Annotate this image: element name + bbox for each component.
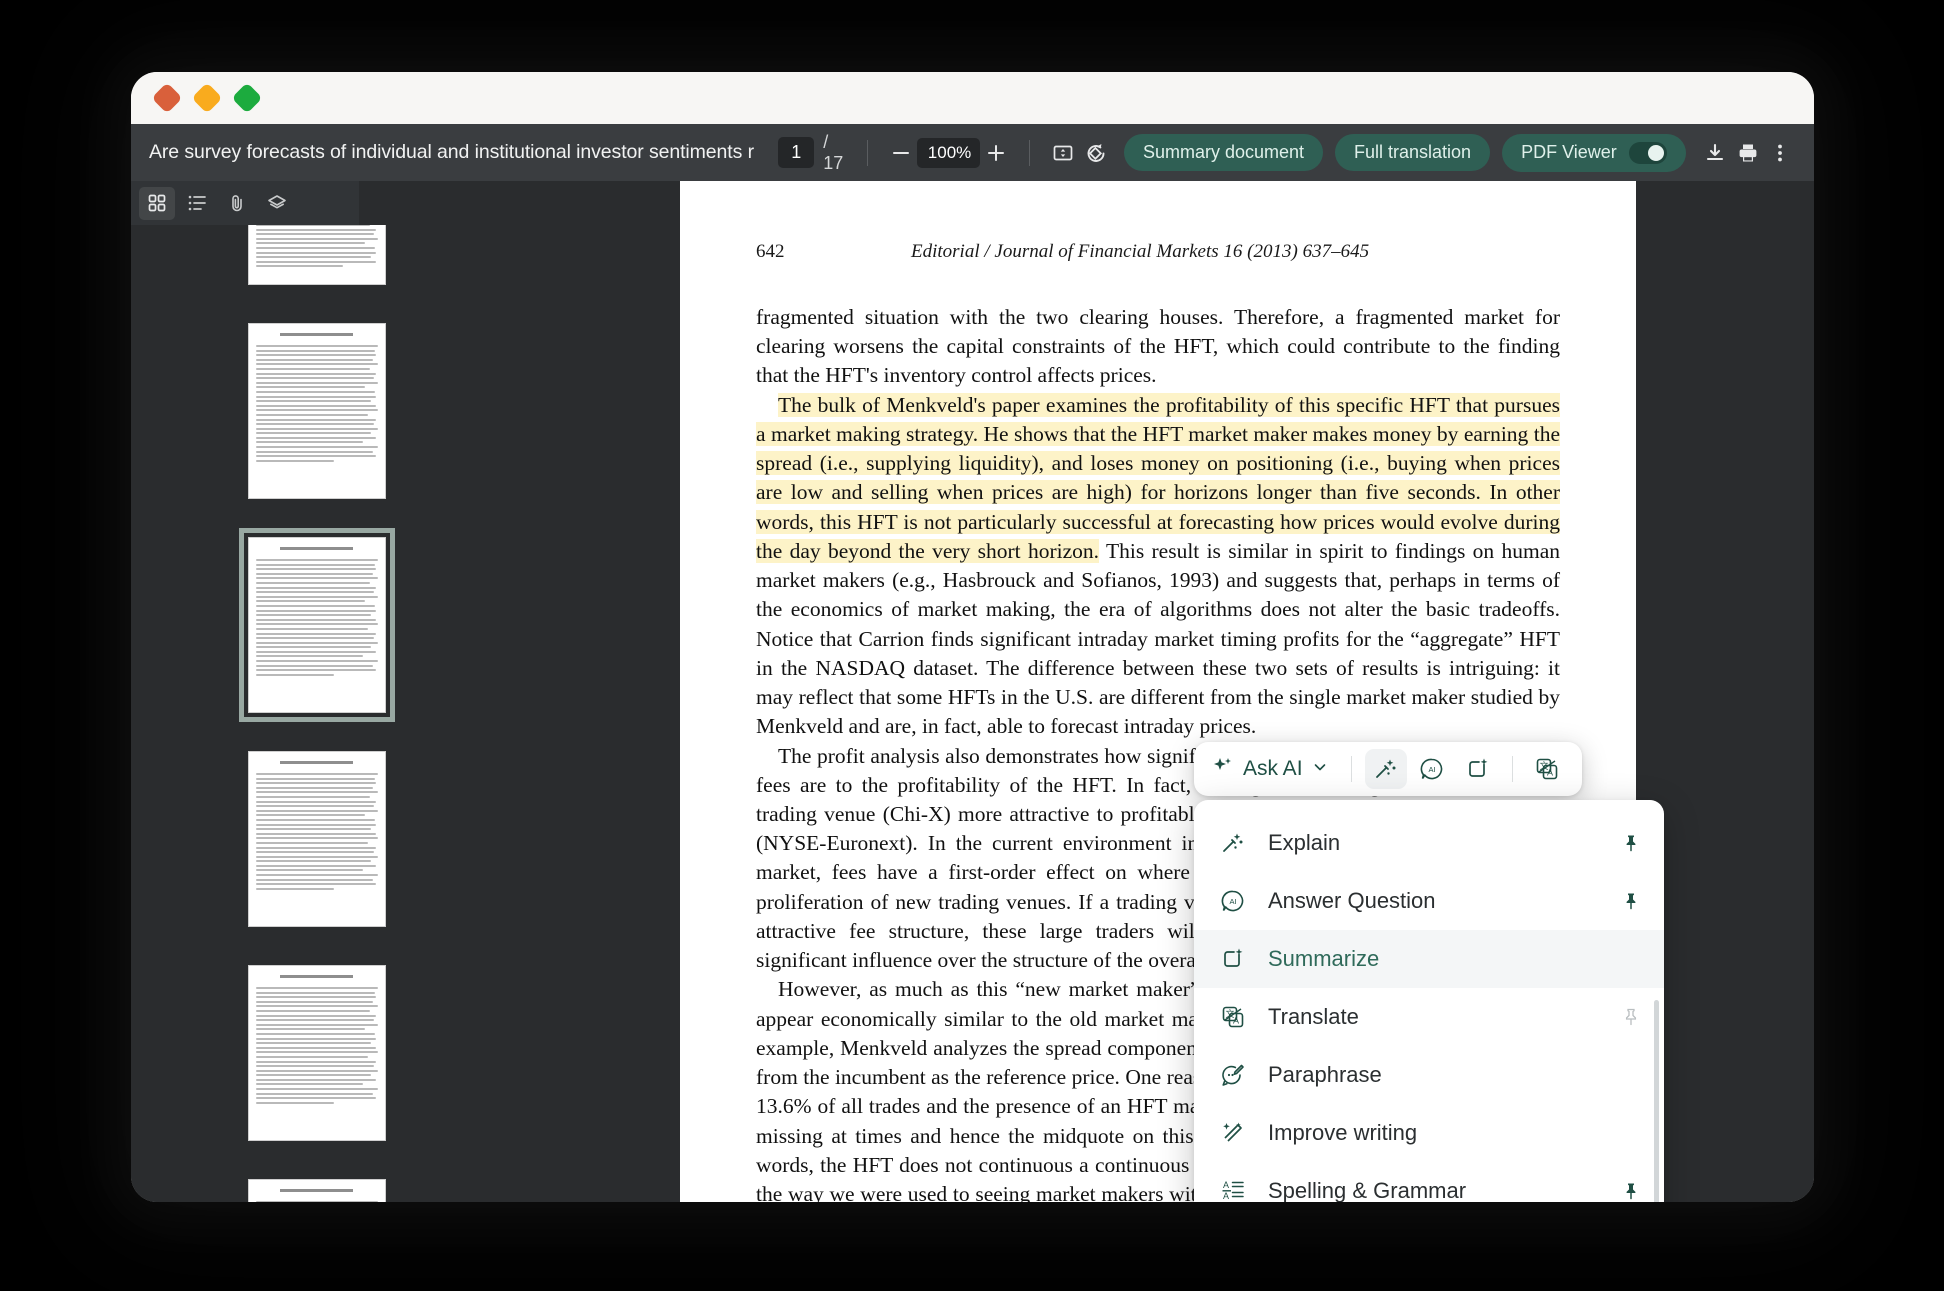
paraphrase-icon — [1218, 1062, 1248, 1088]
svg-text:A: A — [1547, 768, 1553, 778]
page-number-input[interactable] — [778, 137, 814, 168]
print-icon[interactable] — [1731, 136, 1763, 170]
menu-item-paraphrase[interactable]: Paraphrase — [1194, 1046, 1664, 1104]
pdf-viewer-switch[interactable] — [1629, 142, 1667, 164]
thumbnails-icon[interactable] — [139, 187, 175, 220]
pin-icon-outline[interactable] — [1620, 1007, 1642, 1027]
translate-icon[interactable]: 文A — [1526, 749, 1568, 789]
menu-item-translate[interactable]: 文A Translate — [1194, 988, 1664, 1046]
screen: Are survey forecasts of individual and i… — [0, 0, 1944, 1291]
improve-writing-icon — [1218, 1120, 1248, 1146]
full-translation-button[interactable]: Full translation — [1335, 134, 1490, 171]
ai-bar-divider-2 — [1512, 756, 1513, 782]
sidebar-toolbar — [131, 181, 359, 225]
zoom-out-button[interactable] — [884, 136, 916, 170]
chevron-down-icon — [1312, 757, 1328, 781]
close-window-button[interactable] — [151, 82, 182, 113]
menu-item-label: Explain — [1268, 830, 1600, 856]
svg-text:A: A — [1223, 1191, 1229, 1201]
maximize-window-button[interactable] — [231, 82, 262, 113]
list-item[interactable] — [248, 751, 386, 927]
menu-item-label: Answer Question — [1268, 888, 1600, 914]
menu-item-label: Summarize — [1268, 946, 1600, 972]
spelling-grammar-icon: AA — [1218, 1178, 1248, 1202]
pdf-viewer-label: PDF Viewer — [1521, 142, 1617, 163]
explain-icon[interactable] — [1365, 749, 1407, 789]
menu-item-label: Paraphrase — [1268, 1062, 1600, 1088]
rotate-left-icon[interactable] — [1080, 136, 1112, 170]
pdf-toolbar: Are survey forecasts of individual and i… — [131, 124, 1814, 181]
pdf-viewer-toggle[interactable]: PDF Viewer — [1502, 134, 1686, 172]
paragraph-1: fragmented situation with the two cleari… — [756, 303, 1560, 391]
list-item[interactable] — [248, 225, 386, 285]
sparkle-icon — [1212, 755, 1234, 783]
svg-text:A: A — [1233, 1016, 1239, 1026]
summarize-icon[interactable] — [1457, 749, 1499, 789]
svg-text:AI: AI — [1428, 765, 1435, 774]
page-number-label: 642 — [756, 241, 911, 263]
sidebar — [131, 181, 502, 1202]
ask-ai-label: Ask AI — [1243, 757, 1303, 781]
menu-item-answer-question[interactable]: AI Answer Question — [1194, 872, 1664, 930]
menu-item-summarize[interactable]: Summarize — [1194, 930, 1664, 988]
pin-icon[interactable] — [1620, 891, 1642, 911]
running-head: 642 Editorial / Journal of Financial Mar… — [756, 241, 1560, 263]
app-window: Are survey forecasts of individual and i… — [131, 72, 1814, 1202]
pin-icon[interactable] — [1620, 1181, 1642, 1201]
answer-question-icon[interactable]: AI — [1411, 749, 1453, 789]
outline-icon[interactable] — [179, 187, 215, 220]
document-title: Are survey forecasts of individual and i… — [149, 141, 754, 164]
svg-text:AI: AI — [1229, 897, 1236, 906]
summarize-card-icon — [1218, 946, 1248, 972]
list-item[interactable] — [248, 537, 386, 713]
list-item[interactable] — [248, 1179, 386, 1202]
page-viewport[interactable]: 642 Editorial / Journal of Financial Mar… — [502, 181, 1814, 1202]
summary-document-button[interactable]: Summary document — [1124, 134, 1323, 171]
list-item[interactable] — [248, 323, 386, 499]
menu-item-spelling-grammar[interactable]: AA Spelling & Grammar — [1194, 1162, 1664, 1202]
highlighted-text[interactable]: The bulk of Menkveld's paper examines th… — [756, 393, 1560, 563]
attachments-icon[interactable] — [219, 187, 255, 220]
zoom-level-display[interactable]: 100% — [917, 138, 980, 168]
window-title-bar — [131, 72, 1814, 124]
ai-chat-bubble-icon: AI — [1218, 888, 1248, 914]
magic-wand-icon — [1218, 830, 1248, 856]
toolbar-divider-1 — [867, 140, 868, 166]
journal-reference: Editorial / Journal of Financial Markets… — [911, 241, 1369, 263]
ai-bar-divider-1 — [1351, 756, 1352, 782]
list-item[interactable] — [248, 965, 386, 1141]
layers-icon[interactable] — [259, 187, 295, 220]
download-icon[interactable] — [1699, 136, 1731, 170]
menu-item-improve-writing[interactable]: Improve writing — [1194, 1104, 1664, 1162]
page-navigation: / 17 — [778, 132, 849, 174]
minimize-window-button[interactable] — [191, 82, 222, 113]
ai-actions-menu[interactable]: Explain AI Answer Question — [1194, 800, 1664, 1202]
summary-document-label: Summary document — [1143, 142, 1304, 163]
fit-page-icon[interactable] — [1047, 136, 1079, 170]
menu-item-explain[interactable]: Explain — [1194, 814, 1664, 872]
translate-icon: 文A — [1218, 1004, 1248, 1030]
ask-ai-toolbar: Ask AI AI — [1194, 742, 1582, 796]
paragraph-2-rest: This result is similar in spirit to find… — [756, 539, 1560, 738]
ask-ai-button[interactable]: Ask AI — [1208, 755, 1338, 783]
paragraph-2: The bulk of Menkveld's paper examines th… — [756, 391, 1560, 742]
menu-item-label: Spelling & Grammar — [1268, 1178, 1600, 1202]
zoom-in-button[interactable] — [980, 136, 1012, 170]
page-total-label: / 17 — [823, 132, 849, 174]
pin-icon[interactable] — [1620, 833, 1642, 853]
full-translation-label: Full translation — [1354, 142, 1471, 163]
more-vertical-icon[interactable] — [1764, 136, 1796, 170]
thumbnail-list[interactable] — [131, 225, 502, 1202]
menu-item-label: Translate — [1268, 1004, 1600, 1030]
toolbar-divider-2 — [1029, 140, 1030, 166]
svg-text:A: A — [1223, 1180, 1229, 1190]
menu-item-label: Improve writing — [1268, 1120, 1600, 1146]
workspace: 642 Editorial / Journal of Financial Mar… — [131, 181, 1814, 1202]
menu-scrollbar[interactable] — [1654, 1000, 1659, 1202]
